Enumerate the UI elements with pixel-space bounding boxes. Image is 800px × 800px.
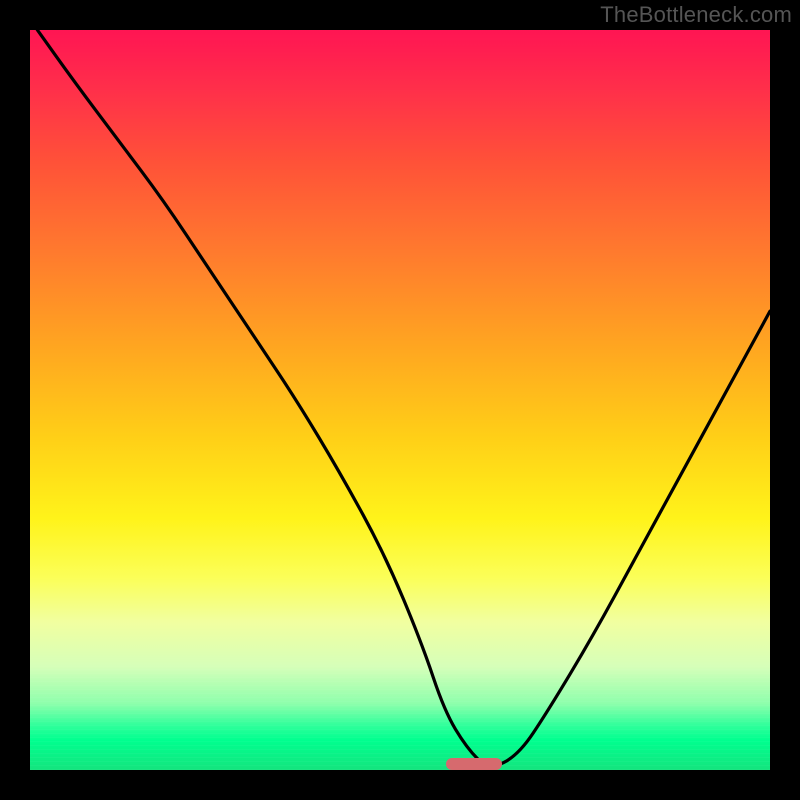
optimal-marker: [446, 758, 502, 770]
curve-svg: [30, 30, 770, 770]
chart-frame: TheBottleneck.com: [0, 0, 800, 800]
plot-area: [30, 30, 770, 770]
watermark-text: TheBottleneck.com: [600, 2, 792, 28]
bottleneck-curve-path: [37, 30, 770, 766]
